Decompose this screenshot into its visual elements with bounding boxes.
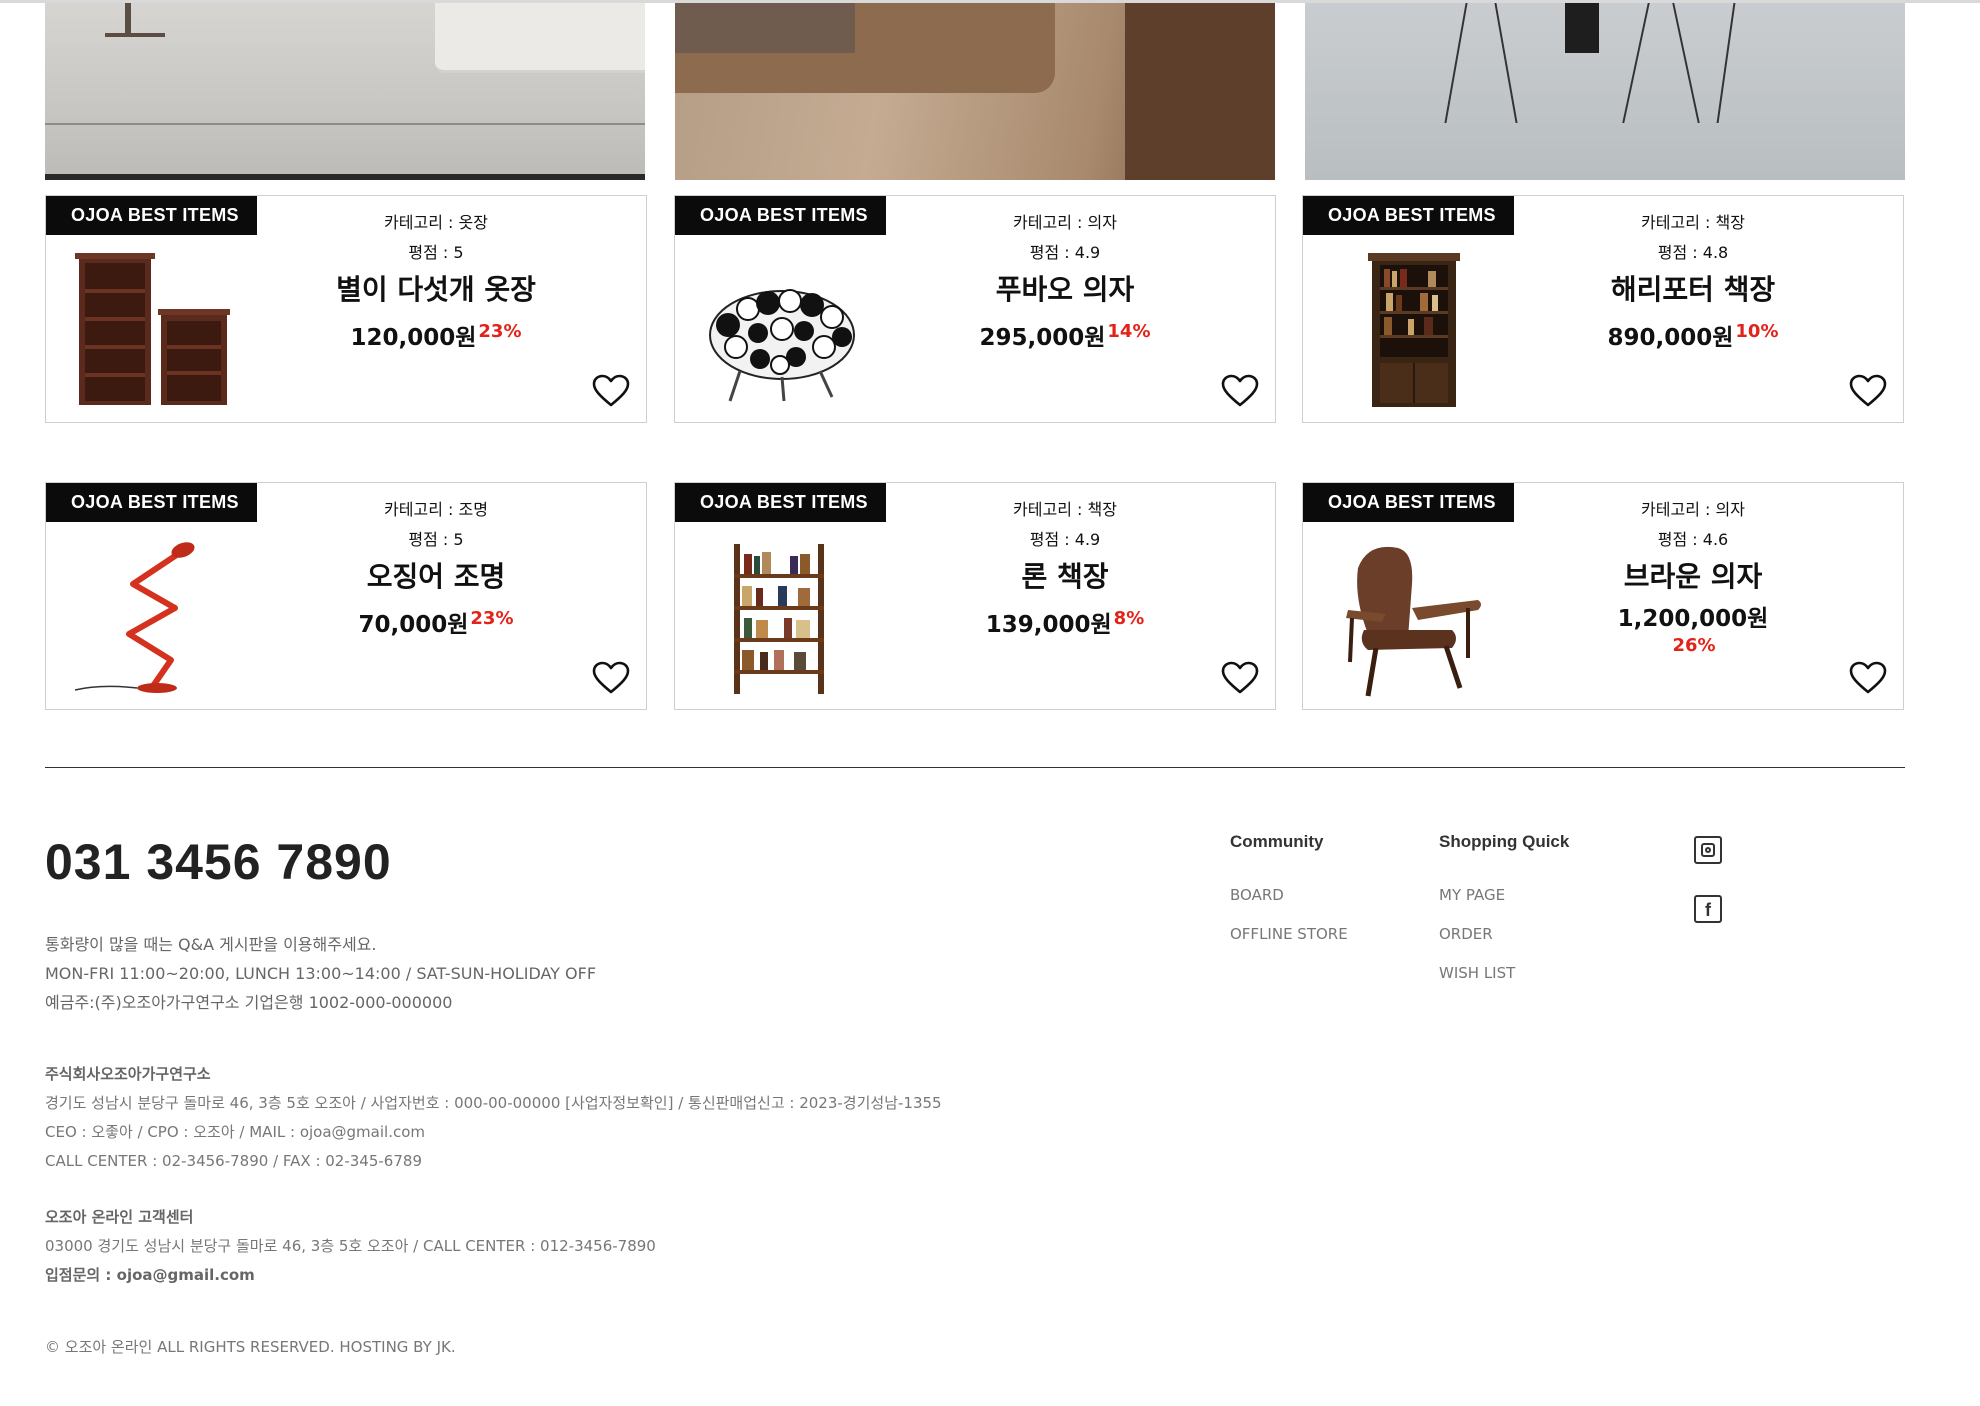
product-price: 139,000원 xyxy=(985,612,1112,638)
product-image-panda-chair[interactable] xyxy=(700,251,860,411)
footer-bank: 예금주:(주)오조아가구연구소 기업은행 1002-000-000000 xyxy=(45,993,453,1012)
product-rating: 평점 : 4.6 xyxy=(1657,530,1729,549)
cs-address: 03000 경기도 성남시 분당구 돌마로 46, 3층 5호 오조아 / CA… xyxy=(45,1237,656,1255)
product-image-bookcase-pair[interactable] xyxy=(71,251,231,411)
product-category: 카테고리 : 조명 xyxy=(384,500,488,519)
product-rating: 평점 : 5 xyxy=(408,243,464,262)
footer-cs-info: 오조아 온라인 고객센터 03000 경기도 성남시 분당구 돌마로 46, 3… xyxy=(45,1203,656,1290)
footer-divider xyxy=(45,767,1905,768)
shopping-quick-title: Shopping Quick xyxy=(1439,832,1570,851)
product-price: 890,000원 xyxy=(1607,325,1734,351)
product-category: 카테고리 : 책장 xyxy=(1013,500,1117,519)
wishlist-heart-icon[interactable] xyxy=(1849,661,1887,695)
company-callcenter: CALL CENTER : 02-3456-7890 / FAX : 02-34… xyxy=(45,1152,422,1170)
wishlist-heart-icon[interactable] xyxy=(1221,661,1259,695)
footer-shopping-menu: Shopping Quick MY PAGE ORDER WISH LIST xyxy=(1439,832,1569,993)
discount-rate: 8% xyxy=(1113,608,1145,629)
product-category: 카테고리 : 책장 xyxy=(1641,213,1745,232)
product-name[interactable]: 론 책장 xyxy=(875,557,1255,597)
product-price: 70,000원 xyxy=(358,612,469,638)
footer-link-order[interactable]: ORDER xyxy=(1439,915,1569,954)
discount-rate: 23% xyxy=(478,321,522,342)
best-items-badge: OJOA BEST ITEMS xyxy=(1303,483,1514,522)
product-image-zigzag-lamp[interactable] xyxy=(71,538,231,698)
product-image-open-bookshelf[interactable] xyxy=(700,538,860,698)
company-name: 주식회사오조아가구연구소 xyxy=(45,1065,211,1083)
product-name[interactable]: 푸바오 의자 xyxy=(875,270,1255,310)
product-rating: 평점 : 4.9 xyxy=(1029,530,1101,549)
best-items-badge: OJOA BEST ITEMS xyxy=(1303,196,1514,235)
product-name[interactable]: 브라운 의자 xyxy=(1503,557,1883,597)
footer-company-info: 주식회사오조아가구연구소 경기도 성남시 분당구 돌마로 46, 3층 5호 오… xyxy=(45,1060,942,1176)
product-rating: 평점 : 5 xyxy=(408,530,464,549)
product-category: 카테고리 : 의자 xyxy=(1641,500,1745,519)
wishlist-heart-icon[interactable] xyxy=(592,374,630,408)
company-address: 경기도 성남시 분당구 돌마로 46, 3층 5호 오조아 / 사업자번호 : … xyxy=(45,1094,942,1112)
best-items-badge: OJOA BEST ITEMS xyxy=(675,483,886,522)
footer-link-wish-list[interactable]: WISH LIST xyxy=(1439,954,1569,993)
discount-rate: 23% xyxy=(470,608,514,629)
footer-community-menu: Community BOARD OFFLINE STORE xyxy=(1230,832,1348,954)
hero-image-living-room[interactable] xyxy=(45,3,645,180)
product-rating: 평점 : 4.8 xyxy=(1657,243,1729,262)
product-name[interactable]: 오징어 조명 xyxy=(246,557,626,597)
product-card[interactable]: OJOA BEST ITEMS 카테고리 : 책장 평점 : 4.8 해리포터 … xyxy=(1302,195,1904,423)
cs-inquiry: 입점문의 : ojoa@gmail.com xyxy=(45,1266,255,1284)
hero-image-bedroom[interactable] xyxy=(675,3,1275,180)
best-items-badge: OJOA BEST ITEMS xyxy=(675,196,886,235)
best-items-badge: OJOA BEST ITEMS xyxy=(46,196,257,235)
discount-rate: 14% xyxy=(1107,321,1151,342)
community-title: Community xyxy=(1230,832,1324,851)
footer-contact-info: 통화량이 많을 때는 Q&A 게시판을 이용해주세요. MON-FRI 11:0… xyxy=(45,930,596,1017)
product-card[interactable]: OJOA BEST ITEMS 카테고리 : 책장 평점 : 4.9 론 책장 … xyxy=(674,482,1276,710)
facebook-icon[interactable]: f xyxy=(1694,895,1722,923)
hero-image-dining[interactable] xyxy=(1305,3,1905,180)
wishlist-heart-icon[interactable] xyxy=(592,661,630,695)
footer-link-my-page[interactable]: MY PAGE xyxy=(1439,876,1569,915)
cs-title: 오조아 온라인 고객센터 xyxy=(45,1208,194,1226)
product-category: 카테고리 : 옷장 xyxy=(384,213,488,232)
instagram-icon[interactable] xyxy=(1694,836,1722,864)
product-card[interactable]: OJOA BEST ITEMS 카테고리 : 의자 평점 : 4.6 브라운 의… xyxy=(1302,482,1904,710)
footer-link-board[interactable]: BOARD xyxy=(1230,876,1348,915)
wishlist-heart-icon[interactable] xyxy=(1221,374,1259,408)
wishlist-heart-icon[interactable] xyxy=(1849,374,1887,408)
product-card[interactable]: OJOA BEST ITEMS 카테고리 : 의자 평점 : 4.9 푸바오 의… xyxy=(674,195,1276,423)
footer-phone-number: 031 3456 7890 xyxy=(45,834,392,890)
discount-rate: 26% xyxy=(1672,635,1716,656)
product-price: 1,200,000원 xyxy=(1617,606,1769,632)
footer-notice: 통화량이 많을 때는 Q&A 게시판을 이용해주세요. xyxy=(45,935,377,954)
product-price: 295,000원 xyxy=(979,325,1106,351)
footer-hours: MON-FRI 11:00~20:00, LUNCH 13:00~14:00 /… xyxy=(45,964,597,983)
product-image-antique-bookcase[interactable] xyxy=(1328,251,1488,411)
product-card[interactable]: OJOA BEST ITEMS 카테고리 : 조명 평점 : 5 오징어 조명 … xyxy=(45,482,647,710)
product-category: 카테고리 : 의자 xyxy=(1013,213,1117,232)
footer-link-offline-store[interactable]: OFFLINE STORE xyxy=(1230,915,1348,954)
footer-copyright: © 오조아 온라인 ALL RIGHTS RESERVED. HOSTING B… xyxy=(45,1338,456,1356)
product-card[interactable]: OJOA BEST ITEMS 카테고리 : 옷장 평점 : 5 별이 다섯개 … xyxy=(45,195,647,423)
product-image-leather-armchair[interactable] xyxy=(1328,538,1488,698)
product-price: 120,000원 xyxy=(350,325,477,351)
product-name[interactable]: 해리포터 책장 xyxy=(1503,270,1883,310)
product-name[interactable]: 별이 다섯개 옷장 xyxy=(246,270,626,310)
discount-rate: 10% xyxy=(1735,321,1779,342)
product-rating: 평점 : 4.9 xyxy=(1029,243,1101,262)
company-ceo: CEO : 오좋아 / CPO : 오조아 / MAIL : ojoa@gmai… xyxy=(45,1123,425,1141)
best-items-badge: OJOA BEST ITEMS xyxy=(46,483,257,522)
